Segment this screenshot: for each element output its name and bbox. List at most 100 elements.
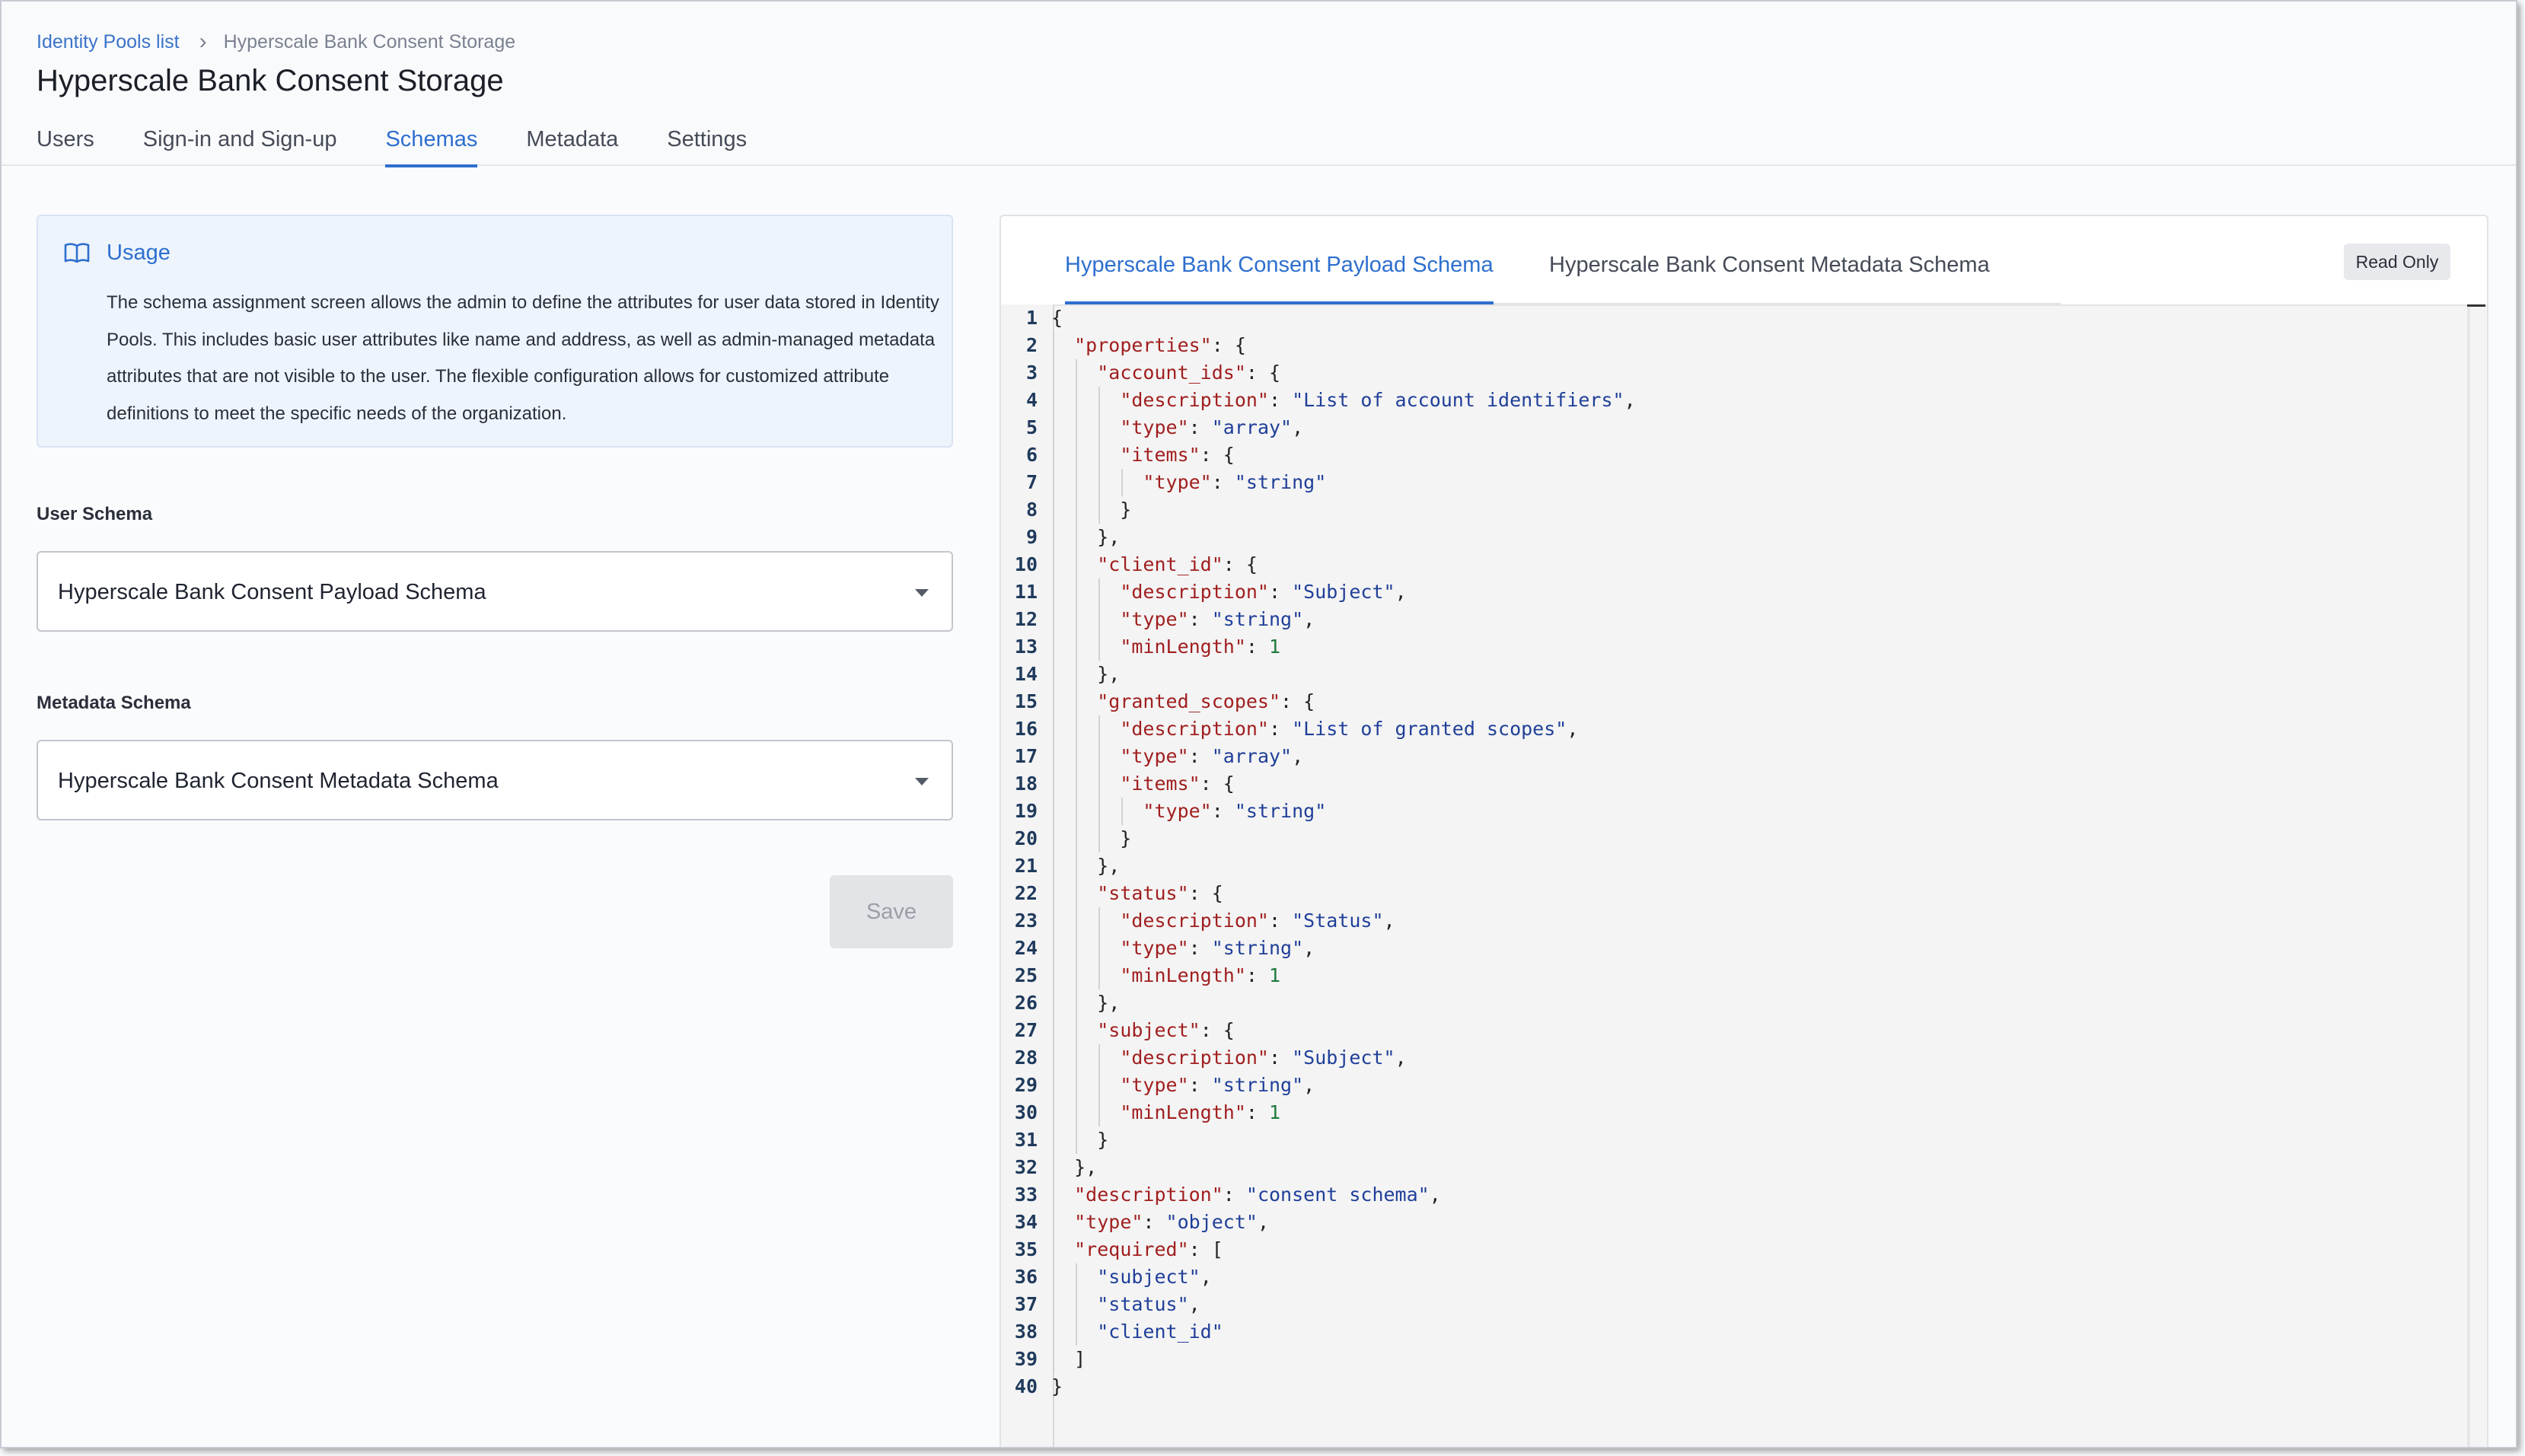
json-string: "subject" — [1097, 1266, 1200, 1288]
code-line: 6 "items": { — [1001, 441, 2447, 469]
line-number: 29 — [1014, 1074, 1038, 1096]
code-line: 35 "required": [ — [1001, 1236, 2447, 1263]
user-schema-value: Hyperscale Bank Consent Payload Schema — [58, 580, 486, 604]
json-punctuation: , — [1292, 745, 1304, 767]
json-punctuation — [1051, 1321, 1097, 1343]
tab-users[interactable]: Users — [37, 123, 94, 166]
json-punctuation: } — [1051, 499, 1132, 521]
code-text: }, — [1051, 524, 1120, 551]
code-text: "type": "array", — [1051, 414, 1303, 441]
code-text: "type": "array", — [1051, 743, 1303, 770]
tab-metadata[interactable]: Metadata — [526, 123, 618, 166]
json-punctuation: : — [1188, 416, 1212, 438]
json-punctuation — [1051, 581, 1120, 603]
code-text: "items": { — [1051, 770, 1235, 798]
json-string: "string" — [1234, 471, 1327, 493]
line-number: 40 — [1014, 1375, 1038, 1397]
json-punctuation — [1051, 553, 1097, 575]
code-text: "granted_scopes": { — [1051, 688, 1315, 715]
code-text: "client_id" — [1051, 1318, 1223, 1346]
line-number: 34 — [1014, 1211, 1038, 1233]
app-window: Identity Pools list › Hyperscale Bank Co… — [0, 0, 2517, 1448]
code-line: 20 } — [1001, 825, 2447, 852]
editor-scrollbar[interactable] — [2467, 307, 2470, 1447]
code-line: 21 }, — [1001, 852, 2447, 880]
json-key: "type" — [1120, 416, 1189, 438]
json-punctuation: , — [1188, 1293, 1200, 1315]
json-punctuation: : { — [1245, 362, 1281, 384]
code-line: 38 "client_id" — [1001, 1318, 2447, 1346]
line-number: 9 — [1025, 526, 1038, 548]
code-text: "type": "string" — [1051, 469, 1326, 496]
json-punctuation — [1051, 1238, 1074, 1260]
json-key: "description" — [1120, 910, 1269, 932]
line-number: 19 — [1014, 800, 1038, 822]
json-key: "type" — [1120, 608, 1189, 630]
code-line: 7 "type": "string" — [1001, 469, 2447, 496]
json-number: 1 — [1269, 1101, 1281, 1123]
json-key: "items" — [1120, 773, 1200, 795]
json-string: "List of account identifiers" — [1292, 389, 1624, 411]
code-line: 13 "minLength": 1 — [1001, 633, 2447, 661]
editor-corner-marker — [2467, 304, 2485, 307]
code-line: 11 "description": "Subject", — [1001, 578, 2447, 606]
json-punctuation: : { — [1200, 1019, 1235, 1041]
page-header: Identity Pools list › Hyperscale Bank Co… — [2, 2, 2516, 167]
line-number: 33 — [1014, 1184, 1038, 1206]
line-number: 7 — [1025, 471, 1038, 493]
json-punctuation: }, — [1051, 526, 1121, 548]
json-key: "required" — [1074, 1238, 1189, 1260]
json-code-editor[interactable]: 1{2 "properties": {3 "account_ids": {4 "… — [1001, 304, 2487, 1447]
code-line: 12 "type": "string", — [1001, 606, 2447, 633]
json-string: "string" — [1211, 608, 1304, 630]
code-text: "minLength": 1 — [1051, 962, 1280, 989]
json-key: "description" — [1120, 718, 1269, 740]
json-punctuation: }, — [1051, 1156, 1098, 1178]
breadcrumb-chevron-right-icon: › — [199, 29, 207, 54]
line-number: 28 — [1014, 1047, 1038, 1069]
json-punctuation: : — [1211, 471, 1235, 493]
tab-payload-schema[interactable]: Hyperscale Bank Consent Payload Schema — [1065, 253, 1494, 304]
schema-tabs: Hyperscale Bank Consent Payload Schema H… — [1065, 216, 2061, 304]
code-text: }, — [1051, 989, 1120, 1017]
code-text: "status": { — [1051, 880, 1223, 907]
json-key: "type" — [1120, 1074, 1189, 1096]
code-text: "description": "Status", — [1051, 907, 1395, 935]
code-text: "type": "string", — [1051, 935, 1315, 962]
line-number: 13 — [1014, 636, 1038, 658]
json-string: "Subject" — [1292, 1047, 1395, 1069]
metadata-schema-select[interactable]: Hyperscale Bank Consent Metadata Schema — [37, 740, 953, 820]
json-string: "array" — [1211, 745, 1293, 767]
save-button[interactable]: Save — [830, 875, 953, 948]
tab-schemas[interactable]: Schemas — [385, 123, 477, 167]
json-key: "description" — [1120, 389, 1269, 411]
json-punctuation — [1051, 1019, 1097, 1041]
json-punctuation: , — [1200, 1266, 1212, 1288]
json-punctuation: : — [1188, 608, 1212, 630]
code-line: 26 }, — [1001, 989, 2447, 1017]
line-number: 26 — [1014, 992, 1038, 1014]
code-text: "type": "string", — [1051, 606, 1315, 633]
code-line: 5 "type": "array", — [1001, 414, 2447, 441]
tab-sign-in-and-sign-up[interactable]: Sign-in and Sign-up — [143, 123, 337, 166]
json-punctuation — [1051, 334, 1074, 356]
json-punctuation: : — [1245, 636, 1269, 658]
code-text: } — [1051, 496, 1131, 524]
tab-metadata-schema[interactable]: Hyperscale Bank Consent Metadata Schema — [1549, 253, 1990, 303]
usage-description: The schema assignment screen allows the … — [107, 292, 939, 424]
line-number: 23 — [1014, 910, 1038, 932]
tab-settings[interactable]: Settings — [667, 123, 747, 166]
code-lines: 1{2 "properties": {3 "account_ids": {4 "… — [1001, 304, 2447, 1400]
json-punctuation — [1051, 745, 1120, 767]
code-text: "account_ids": { — [1051, 359, 1280, 387]
user-schema-select[interactable]: Hyperscale Bank Consent Payload Schema — [37, 551, 953, 632]
breadcrumb-identity-pools-link[interactable]: Identity Pools list — [37, 31, 180, 53]
json-punctuation: } — [1051, 1375, 1063, 1397]
code-text: "status", — [1051, 1291, 1200, 1318]
json-punctuation: , — [1292, 416, 1304, 438]
json-punctuation — [1051, 1184, 1074, 1206]
json-punctuation: , — [1383, 910, 1395, 932]
code-line: 29 "type": "string", — [1001, 1072, 2447, 1099]
code-text: "type": "string" — [1051, 798, 1326, 825]
code-line: 10 "client_id": { — [1001, 551, 2447, 578]
